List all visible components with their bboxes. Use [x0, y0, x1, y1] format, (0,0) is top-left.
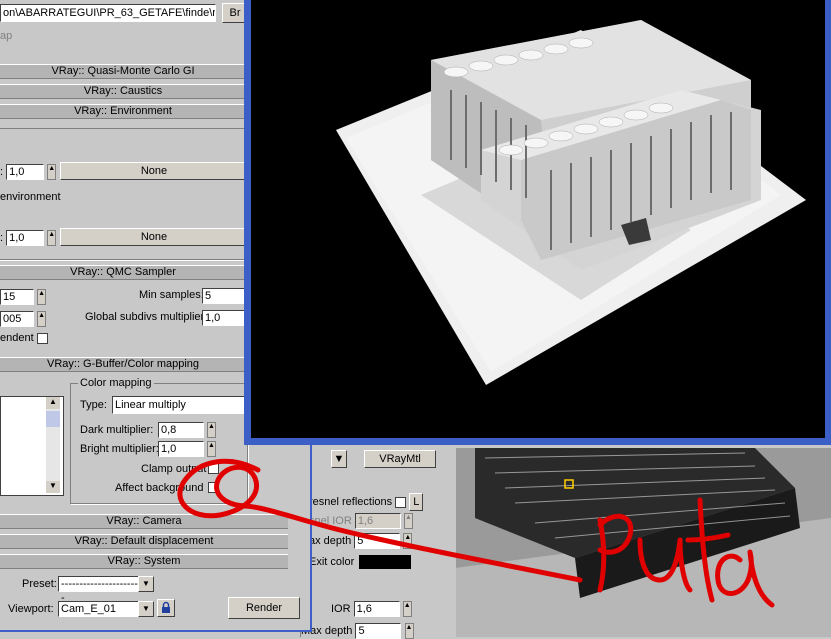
max-depth-field[interactable]: 5 [354, 533, 401, 549]
fresnel-reflections-label: resnel reflections [309, 496, 393, 508]
clamp-output-checkbox[interactable] [208, 463, 219, 474]
time-independent-label: endent [0, 332, 34, 344]
scene-viewport[interactable] [455, 448, 831, 637]
output-path-field[interactable]: on\ABARRATEGUI\PR_63_GETAFE\finde\r [0, 4, 216, 22]
rollout-gbuffer[interactable]: VRay:: G-Buffer/Color mapping [0, 357, 246, 372]
fresnel-reflections-checkbox[interactable] [395, 496, 407, 508]
fresnel-ior-label: snel IOR [309, 514, 352, 527]
bright-multiplier-spinner[interactable]: ▲ [207, 441, 216, 457]
viewport-lock-button[interactable] [157, 599, 175, 617]
render-frame-window [244, 0, 831, 445]
fresnel-lock-button[interactable]: L [409, 493, 424, 511]
global-subdivs-field[interactable]: 1,0 [202, 310, 248, 326]
preset-dropdown-icon[interactable]: ▼ [138, 576, 154, 592]
max-depth-spinner[interactable]: ▲ [403, 533, 413, 549]
rollout-camera[interactable]: VRay:: Camera [0, 514, 288, 529]
render-frame-buffer [251, 0, 825, 438]
time-independent-checkbox[interactable] [36, 332, 48, 344]
viewport-select[interactable]: Cam_E_01 [58, 601, 144, 617]
color-mapping-type-select[interactable]: Linear multiply [112, 396, 248, 414]
noise-threshold-spinner[interactable]: ▲ [37, 311, 47, 327]
adaptive-amount-spinner[interactable]: ▲ [37, 289, 47, 305]
material-dropdown-button[interactable]: ▼ [331, 450, 347, 468]
ior-field[interactable]: 1,6 [353, 601, 400, 617]
rollout-caustics[interactable]: VRay:: Caustics [0, 84, 246, 99]
gi-env-map-button[interactable]: None [60, 162, 248, 180]
dark-multiplier-field[interactable]: 0,8 [158, 422, 204, 438]
clamp-output-label: Clamp output [141, 463, 207, 475]
rollout-qmc-sampler[interactable]: VRay:: QMC Sampler [0, 265, 246, 280]
exit-color-label: Exit color [309, 555, 355, 568]
rollout-default-displacement[interactable]: VRay:: Default displacement [0, 534, 288, 549]
noise-threshold-field[interactable]: 005 [0, 311, 34, 327]
refl-env-map-button[interactable]: None [60, 228, 248, 246]
preset-label: Preset: [22, 578, 57, 590]
map-label: ap [0, 30, 13, 42]
rollout-environment[interactable]: VRay:: Environment [0, 104, 246, 119]
ior-label: IOR [331, 602, 351, 615]
adaptive-amount-field[interactable]: 15 [0, 289, 34, 305]
bright-multiplier-field[interactable]: 1,0 [158, 441, 204, 457]
global-subdivs-label: Global subdivs multiplier: [85, 311, 208, 323]
dark-multiplier-spinner[interactable]: ▲ [207, 422, 216, 438]
lock-icon [162, 601, 170, 613]
gi-env-multiplier-spinner[interactable]: ▲ [47, 164, 57, 180]
affect-background-label: Affect background [115, 482, 204, 494]
gi-env-multiplier-field[interactable]: 1,0 [6, 164, 45, 180]
viewport-dropdown-icon[interactable]: ▼ [138, 601, 154, 617]
refl-env-multiplier-field[interactable]: 1,0 [6, 230, 45, 246]
viewport-building-render [455, 448, 831, 637]
bright-multiplier-label: Bright multiplier: [80, 443, 159, 455]
fresnel-ior-spinner[interactable]: ▲ [403, 513, 413, 529]
dark-multiplier-label: Dark multiplier: [80, 424, 154, 436]
rollout-qmc-gi[interactable]: VRay:: Quasi-Monte Carlo GI [0, 64, 246, 79]
max-depth-label: ax depth [309, 534, 352, 547]
preset-select[interactable]: ---------------------- [58, 576, 144, 604]
material-editor-panel: ▼ VRayMtl resnel reflections L snel IOR … [300, 445, 456, 639]
min-samples-label: Min samples: [139, 289, 204, 301]
min-samples-field[interactable]: 5 [202, 288, 248, 304]
scroll-thumb[interactable] [46, 411, 60, 427]
refl-env-multiplier-spinner[interactable]: ▲ [47, 230, 57, 246]
ior-spinner[interactable]: ▲ [402, 601, 412, 617]
viewport-label: Viewport: [8, 603, 54, 615]
render-button[interactable]: Render [228, 597, 300, 619]
refl-env-label: environment [0, 191, 61, 203]
fresnel-ior-field[interactable]: 1,6 [354, 513, 401, 529]
scroll-down-icon[interactable]: ▼ [46, 481, 60, 493]
rendered-building-image [336, 20, 806, 385]
color-mapping-title: Color mapping [78, 377, 154, 389]
material-type-button[interactable]: VRayMtl [364, 450, 437, 468]
gbuffer-list-scrollbar[interactable]: ▲ ▼ [46, 397, 60, 493]
scroll-up-icon[interactable]: ▲ [46, 397, 60, 409]
type-label: Type: [80, 399, 107, 411]
rollout-system[interactable]: VRay:: System [0, 554, 288, 569]
exit-color-swatch[interactable] [359, 555, 412, 569]
affect-background-checkbox[interactable] [208, 482, 219, 493]
